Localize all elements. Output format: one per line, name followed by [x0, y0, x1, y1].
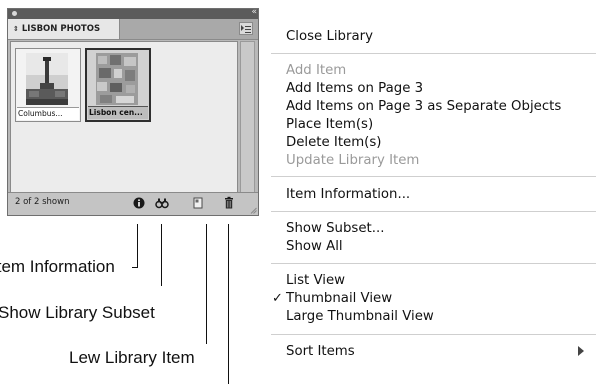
library-item-label: Columbus...: [17, 107, 79, 120]
tab-arrows-icon: ⇕: [13, 25, 19, 33]
new-library-item-icon[interactable]: [191, 196, 205, 210]
screenshot-stage: « ⇕ LISBON PHOTOS Columbus... Lisbon cen…: [0, 0, 596, 384]
library-item-label: Lisbon cen...: [88, 106, 148, 119]
menu-separator: [271, 176, 596, 177]
menu-item-large-thumbnail-view[interactable]: Large Thumbnail View: [286, 308, 434, 325]
menu-item-add-item: Add Item: [286, 63, 347, 78]
columbus-photo-thumbnail: [26, 53, 68, 105]
callout-line-show-subset: [161, 224, 162, 284]
tab-label: LISBON PHOTOS: [21, 24, 101, 34]
submenu-arrow-icon: [578, 346, 584, 356]
panel-titlebar[interactable]: «: [8, 7, 258, 19]
callout-line-delete-item: [228, 224, 229, 384]
binoculars-icon[interactable]: [155, 196, 169, 210]
menu-item-list-view[interactable]: List View: [286, 272, 345, 289]
items-shown-count: 2 of 2 shown: [15, 197, 70, 207]
menu-item-add-items-on-page[interactable]: Add Items on Page 3: [286, 80, 423, 97]
trash-icon[interactable]: [222, 196, 236, 210]
collapse-panel-icon[interactable]: «: [251, 7, 256, 17]
panel-menu-arrow-icon: [241, 25, 244, 31]
check-icon: ✓: [272, 291, 283, 306]
menu-separator: [271, 53, 596, 54]
callout-line-show-subset-drop: [161, 284, 162, 286]
menu-item-close-library[interactable]: Close Library: [286, 28, 373, 45]
menu-item-update-library-item: Update Library Item: [286, 153, 420, 168]
panel-tab-row: ⇕ LISBON PHOTOS: [8, 19, 258, 40]
callout-show-library-subset: Show Library Subset: [0, 303, 155, 322]
callout-line-new-item: [206, 224, 207, 344]
info-icon[interactable]: [132, 196, 146, 210]
library-item-lisbon-center[interactable]: Lisbon cen...: [85, 48, 151, 122]
panel-status-bar: 2 of 2 shown: [8, 192, 258, 215]
callout-line-item-information: [137, 224, 138, 268]
callout-item-information: Item Information: [0, 257, 115, 276]
lisbon-photo-thumbnail: [96, 53, 138, 105]
menu-item-delete-items[interactable]: Delete Item(s): [286, 134, 382, 151]
menu-separator: [271, 334, 596, 335]
menu-item-show-all[interactable]: Show All: [286, 238, 343, 255]
vertical-scrollbar[interactable]: [240, 41, 255, 193]
menu-item-thumbnail-view[interactable]: Thumbnail View: [286, 290, 392, 307]
library-items-area: Columbus... Lisbon cen...: [10, 41, 238, 193]
tab-lisbon-photos[interactable]: ⇕ LISBON PHOTOS: [8, 19, 120, 39]
resize-grip-icon[interactable]: [250, 207, 257, 214]
library-panel: « ⇕ LISBON PHOTOS Columbus... Lisbon cen…: [7, 7, 259, 216]
menu-item-add-items-separate[interactable]: Add Items on Page 3 as Separate Objects: [286, 98, 561, 115]
menu-item-item-information[interactable]: Item Information...: [286, 186, 410, 203]
callout-tick-item-information: [132, 267, 138, 268]
menu-separator: [271, 263, 596, 264]
menu-item-show-subset[interactable]: Show Subset...: [286, 220, 384, 237]
menu-separator: [271, 211, 596, 212]
library-context-menu: Close Library Add Item Add Items on Page…: [263, 12, 596, 384]
menu-item-sort-items[interactable]: Sort Items: [286, 343, 355, 360]
callout-new-library-item: Lew Library Item: [69, 348, 195, 367]
library-item-columbus[interactable]: Columbus...: [15, 48, 81, 122]
close-panel-icon[interactable]: [12, 11, 17, 16]
panel-menu-button[interactable]: [239, 22, 253, 35]
menu-item-place-items[interactable]: Place Item(s): [286, 116, 373, 133]
